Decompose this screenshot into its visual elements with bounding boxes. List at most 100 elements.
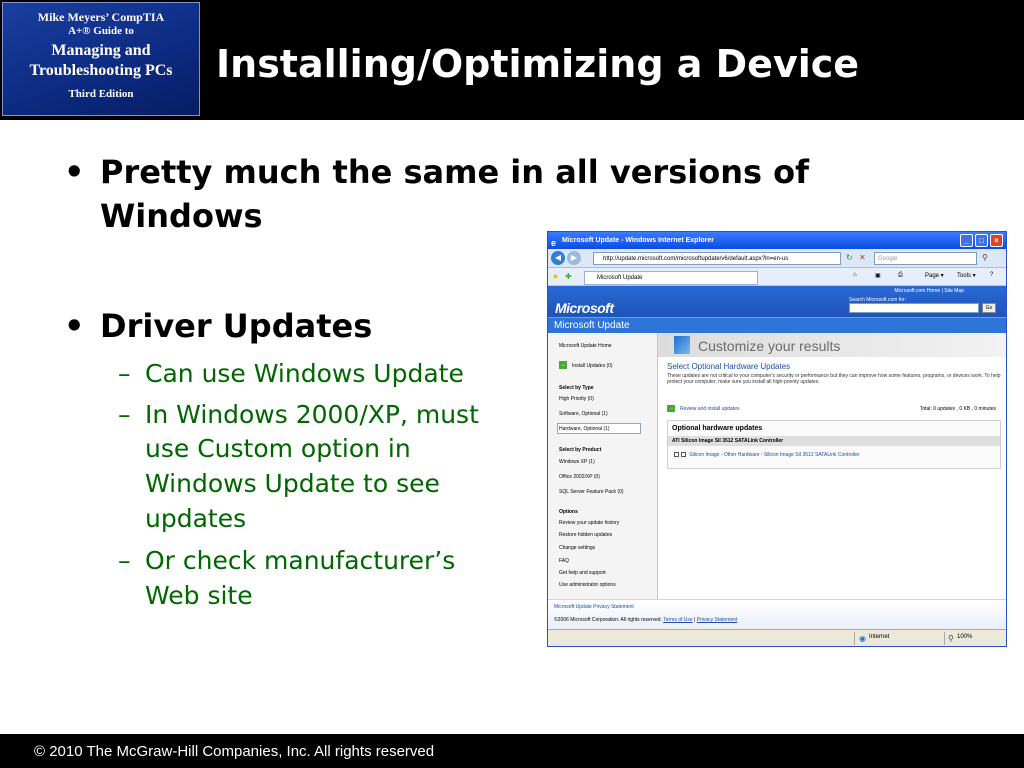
address-input[interactable]: http://update.microsoft.com/microsoftupd…	[593, 252, 841, 265]
nav-help[interactable]: Get help and support	[559, 570, 606, 576]
sub-dash: –	[118, 400, 131, 429]
slide-title: Installing/Optimizing a Device	[216, 42, 860, 86]
status-zone: Internet	[869, 634, 890, 640]
privacy-statement-link[interactable]: Microsoft Update Privacy Statement	[554, 604, 634, 610]
nav-windows-xp[interactable]: Windows XP (1)	[559, 459, 595, 465]
terms-link[interactable]: Terms of Use	[663, 617, 692, 623]
forward-icon[interactable]: ▶	[567, 251, 581, 265]
review-arrow-icon: →	[667, 405, 675, 412]
bullet-1-line-1: Pretty much the same in all versions of	[100, 153, 810, 191]
tab-microsoft-update[interactable]: Microsoft Update	[584, 271, 758, 285]
optional-updates-box: Optional hardware updates ATI Silicon Im…	[667, 420, 1001, 469]
left-nav: Microsoft Update Home → Install Updates …	[548, 333, 658, 599]
ms-copyright-text: ©2006 Microsoft Corporation. All rights …	[554, 617, 662, 623]
update-checkbox[interactable]	[674, 452, 679, 458]
nav-select-type: Select by Type	[559, 385, 594, 391]
review-install-link[interactable]: Review and install updates	[680, 406, 739, 412]
customize-icon	[674, 336, 690, 354]
feeds-icon[interactable]: ▣	[875, 272, 881, 279]
section-description: These updates are not critical to your c…	[667, 373, 1001, 385]
slide-footer: © 2010 The McGraw-Hill Companies, Inc. A…	[0, 734, 1024, 768]
nav-admin[interactable]: Use administrator options	[559, 582, 616, 588]
privacy-link[interactable]: Privacy Statement	[697, 617, 738, 623]
back-icon[interactable]: ◀	[551, 251, 565, 265]
nav-home[interactable]: Microsoft Update Home	[559, 343, 612, 349]
logo-line-3: Managing and	[51, 42, 151, 59]
sub-3-line-2: Web site	[145, 581, 253, 610]
nav-restore[interactable]: Restore hidden updates	[559, 532, 612, 538]
nav-options: Options	[559, 509, 578, 515]
ie-statusbar: ◉ Internet ⚲ 100%	[548, 629, 1006, 646]
status-separator	[944, 632, 945, 645]
refresh-icon[interactable]: ↻	[846, 252, 853, 264]
sub-dash: –	[118, 546, 131, 575]
nav-install-updates[interactable]: Install Updates (0)	[572, 363, 613, 369]
nav-settings[interactable]: Change settings	[559, 545, 595, 551]
nav-office[interactable]: Office 2002/XP (0)	[559, 474, 600, 480]
print-icon[interactable]: ⎙	[898, 272, 903, 279]
optional-box-title: Optional hardware updates	[672, 425, 763, 432]
install-arrow-icon: →	[559, 361, 567, 369]
sub-3-line-1: Or check manufacturer’s	[145, 546, 456, 575]
bullet-dot: •	[64, 153, 85, 191]
add-favorite-icon[interactable]: ✚	[565, 271, 572, 283]
status-zoom[interactable]: 100%	[957, 634, 972, 640]
sub-2-line-3: Windows Update to see	[145, 469, 440, 498]
help-icon[interactable]: ?	[990, 272, 993, 278]
nav-high-priority[interactable]: High Priority (0)	[559, 396, 594, 402]
ie-screenshot: e Microsoft Update - Windows Internet Ex…	[547, 231, 1007, 647]
nav-select-product: Select by Product	[559, 447, 602, 453]
ms-copyright: ©2006 Microsoft Corporation. All rights …	[554, 617, 738, 623]
nav-faq[interactable]: FAQ	[559, 558, 569, 564]
nav-sql[interactable]: SQL Server Feature Pack (0)	[559, 489, 624, 495]
section-title: Select Optional Hardware Updates	[667, 362, 791, 371]
globe-icon: ◉	[859, 634, 866, 643]
microsoft-banner: Microsoft.com Home | Site Map Microsoft …	[548, 286, 1006, 317]
go-button[interactable]: Go	[982, 303, 996, 313]
sub-dash: –	[118, 359, 131, 388]
ie-tabbar: ★ ✚ Microsoft Update ⌂ ▣ ⎙ Page ▾ Tools …	[548, 268, 1006, 286]
zoom-icon[interactable]: ⚲	[948, 633, 954, 645]
bullet-1-line-2: Windows	[100, 197, 263, 235]
nav-software-optional[interactable]: Software, Optional (1)	[559, 411, 608, 417]
optional-update-item[interactable]: Silicon Image - Other Hardware - Silicon…	[674, 452, 860, 458]
slide-header: Mike Meyers’ CompTIA A+® Guide to Managi…	[0, 0, 1024, 120]
top-links[interactable]: Microsoft.com Home | Site Map	[894, 288, 964, 294]
microsoft-logo: Microsoft	[555, 300, 614, 316]
bullet-dot: •	[64, 307, 85, 345]
page-menu[interactable]: Page ▾	[925, 272, 944, 279]
maximize-icon[interactable]: □	[975, 234, 988, 247]
search-icon[interactable]: ⚲	[982, 252, 988, 264]
ms-search-input[interactable]	[849, 303, 979, 313]
logo-line-4: Troubleshooting PCs	[29, 62, 173, 79]
logo-line-2: A+® Guide to	[68, 25, 134, 37]
tools-menu[interactable]: Tools ▾	[957, 272, 976, 279]
ie-title: Microsoft Update - Windows Internet Expl…	[562, 237, 715, 244]
optional-update-label[interactable]: Silicon Image - Other Hardware - Silicon…	[689, 452, 859, 458]
search-input[interactable]: Google	[874, 252, 977, 265]
page-footer: Microsoft Update Privacy Statement ©2006…	[548, 599, 1006, 629]
favorites-star-icon[interactable]: ★	[552, 271, 559, 283]
optional-group-label: ATI Silicon Image SiI 3512 SATALink Cont…	[672, 438, 784, 444]
total-summary: Total: 0 updates , 0 KB , 0 minutes	[919, 406, 996, 412]
home-icon[interactable]: ⌂	[853, 272, 857, 278]
sub-1-line-1: Can use Windows Update	[145, 359, 464, 388]
customize-heading: Customize your results	[698, 338, 841, 354]
minimize-icon[interactable]: _	[960, 234, 973, 247]
logo-line-5: Third Edition	[68, 88, 134, 100]
book-cover-logo: Mike Meyers’ CompTIA A+® Guide to Managi…	[2, 2, 200, 116]
mu-header: Microsoft Update	[548, 317, 1006, 333]
footer-copyright: © 2010 The McGraw-Hill Companies, Inc. A…	[34, 743, 435, 760]
sub-2-line-4: updates	[145, 504, 247, 533]
logo-line-1: Mike Meyers’ CompTIA	[37, 10, 165, 24]
customize-banner: Customize your results	[658, 333, 1006, 357]
nav-hardware-optional[interactable]: Hardware, Optional (1)	[559, 426, 610, 432]
close-icon[interactable]: ×	[990, 234, 1003, 247]
nav-history[interactable]: Review your update history	[559, 520, 619, 526]
expand-icon[interactable]	[681, 452, 686, 458]
mu-title: Microsoft Update	[554, 320, 630, 331]
ie-addressbar: ◀ ▶ http://update.microsoft.com/microsof…	[548, 249, 1006, 268]
optional-box-group: ATI Silicon Image SiI 3512 SATALink Cont…	[668, 436, 1000, 446]
stop-icon[interactable]: ✕	[859, 252, 866, 264]
ie-titlebar: e Microsoft Update - Windows Internet Ex…	[548, 232, 1006, 249]
